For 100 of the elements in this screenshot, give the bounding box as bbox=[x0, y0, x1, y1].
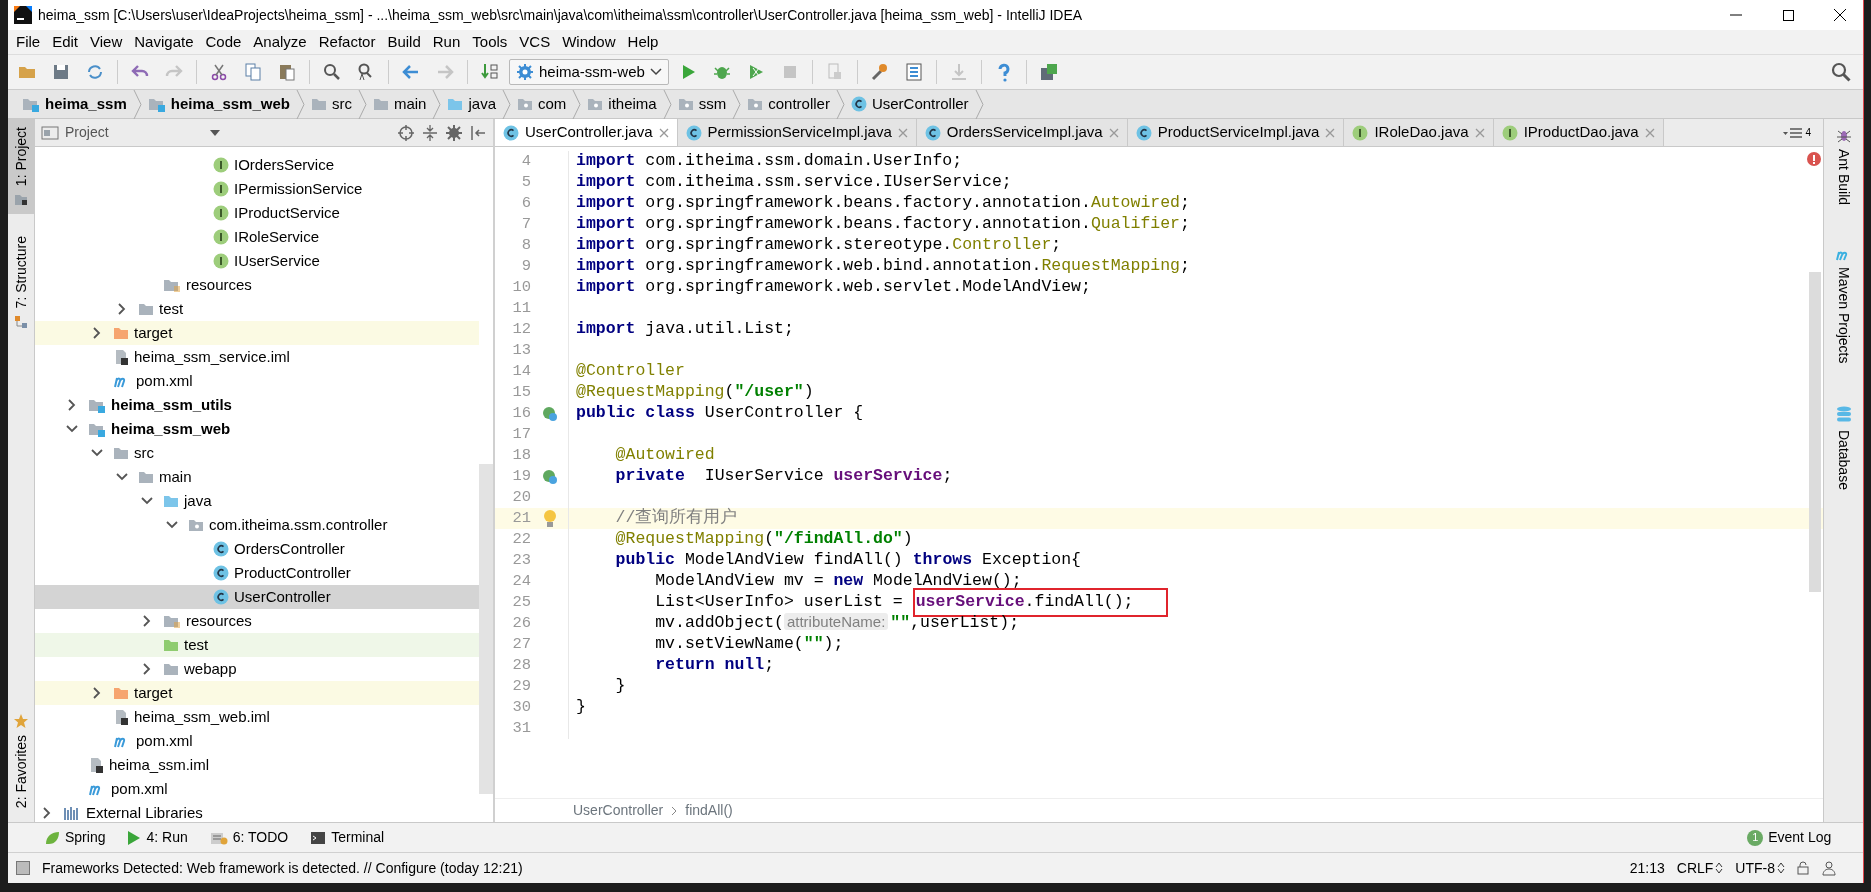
tool-window-button[interactable]: Spring bbox=[34, 827, 116, 848]
menu-item[interactable]: VCS bbox=[513, 31, 557, 53]
menu-item[interactable]: File bbox=[10, 31, 47, 53]
tool-window-tab[interactable]: 1: Project bbox=[8, 119, 34, 215]
event-log-button[interactable]: 1 Event Log bbox=[1737, 827, 1842, 848]
breadcrumb-item[interactable]: heima_ssm bbox=[16, 92, 133, 116]
tree-item[interactable]: IPermissionService bbox=[35, 177, 479, 201]
editor-tab[interactable]: UserController.java bbox=[495, 119, 678, 146]
tree-item[interactable]: IUserService bbox=[35, 249, 479, 273]
hide-panel-button[interactable] bbox=[469, 123, 487, 142]
class-icon bbox=[213, 541, 229, 557]
menu-item[interactable]: Tools bbox=[466, 31, 514, 53]
tool-window-tab[interactable]: 2: Favorites bbox=[8, 704, 34, 816]
breadcrumb-item[interactable]: itheima bbox=[581, 92, 663, 116]
file-icon bbox=[88, 757, 104, 773]
crosshair-button[interactable] bbox=[397, 123, 415, 142]
scrollbar-thumb[interactable] bbox=[479, 464, 493, 794]
tree-item[interactable]: src bbox=[35, 441, 479, 465]
tool-window-tab[interactable]: 7: Structure bbox=[8, 228, 34, 337]
tool-window-button[interactable]: 4: Run bbox=[117, 827, 198, 848]
menu-item[interactable]: View bbox=[84, 31, 129, 53]
editor-tab[interactable]: IRoleDao.java bbox=[1344, 119, 1494, 146]
tree-item[interactable]: com.itheima.ssm.controller bbox=[35, 513, 479, 537]
tree-item[interactable]: UserController bbox=[35, 585, 479, 609]
tree-item[interactable]: java bbox=[35, 489, 479, 513]
line-number: 14 bbox=[511, 360, 531, 382]
build-icon bbox=[480, 62, 500, 82]
tree-item[interactable]: External Libraries bbox=[35, 801, 479, 822]
tree-item[interactable]: heima_ssm_utils bbox=[35, 393, 479, 417]
tree-item[interactable]: IRoleService bbox=[35, 225, 479, 249]
tree-item[interactable]: ProductController bbox=[35, 561, 479, 585]
editor-tab[interactable]: IProductDao.java bbox=[1493, 119, 1664, 146]
cursor-position[interactable]: 21:13 bbox=[1629, 857, 1665, 879]
tree-item[interactable]: resources bbox=[35, 273, 479, 297]
tree-item[interactable]: webapp bbox=[35, 657, 479, 681]
menu-item[interactable]: Refactor bbox=[312, 31, 382, 53]
tab-list-button[interactable]: 4 bbox=[1777, 119, 1823, 146]
editor-tab[interactable]: OrdersServiceImpl.java bbox=[916, 119, 1128, 146]
tree-item[interactable]: resources bbox=[35, 609, 479, 633]
breadcrumb-item[interactable]: UserController bbox=[573, 800, 664, 821]
breadcrumb-item[interactable]: main bbox=[366, 92, 433, 116]
editor-tab[interactable]: PermissionServiceImpl.java bbox=[677, 119, 917, 146]
collapse-icon bbox=[421, 123, 439, 142]
code-line: @RequestMapping("/findAll.do") bbox=[614, 528, 913, 551]
tree-item[interactable]: IProductService bbox=[35, 201, 479, 225]
breadcrumb-item[interactable]: ssm bbox=[671, 92, 733, 116]
tree-item[interactable]: test bbox=[35, 297, 479, 321]
tree-item[interactable]: heima_ssm_web bbox=[35, 417, 479, 441]
tool-window-tab[interactable]: Ant Build bbox=[1824, 119, 1863, 214]
menu-item[interactable]: Analyze bbox=[247, 31, 313, 53]
chevron-separator-icon bbox=[502, 89, 511, 119]
menu-item[interactable]: Edit bbox=[46, 31, 85, 53]
menu-item[interactable]: Window bbox=[556, 31, 622, 53]
gear-button[interactable] bbox=[445, 123, 463, 142]
tree-item[interactable]: OrdersController bbox=[35, 537, 479, 561]
breadcrumb-item[interactable]: findAll() bbox=[685, 800, 733, 821]
encoding-dropdown[interactable]: UTF-8 bbox=[1735, 857, 1785, 879]
tree-item[interactable]: heima_ssm_service.iml bbox=[35, 345, 479, 369]
line-number: 18 bbox=[511, 444, 531, 466]
breadcrumb-item[interactable]: controller bbox=[741, 92, 836, 116]
line-number: 22 bbox=[511, 528, 531, 550]
tool-window-tab[interactable]: Maven Projects bbox=[1824, 239, 1863, 372]
run-configuration-dropdown[interactable]: heima-ssm-web bbox=[509, 59, 669, 85]
menu-item[interactable]: Help bbox=[621, 31, 665, 53]
menu-item[interactable]: Navigate bbox=[128, 31, 200, 53]
code-line: public class UserController { bbox=[576, 402, 864, 425]
terminal-icon bbox=[310, 829, 327, 846]
menu-item[interactable]: Code bbox=[199, 31, 248, 53]
tree-item[interactable]: target bbox=[35, 681, 479, 705]
collapse-button[interactable] bbox=[421, 123, 439, 142]
menu-item[interactable]: Run bbox=[426, 31, 467, 53]
tree-item[interactable]: target bbox=[35, 321, 479, 345]
code-line: import java.util.List; bbox=[576, 318, 794, 341]
tree-item[interactable]: heima_ssm_web.iml bbox=[35, 705, 479, 729]
tree-item[interactable]: test bbox=[35, 633, 479, 657]
tree-item[interactable]: pom.xml bbox=[35, 369, 479, 393]
hide-panel-icon bbox=[469, 123, 487, 142]
code-line: import org.springframework.beans.factory.annotation.Qualifier; bbox=[576, 213, 1190, 236]
tree-item[interactable]: pom.xml bbox=[35, 729, 479, 753]
breadcrumb-item[interactable]: UserController bbox=[844, 92, 975, 116]
chevron-separator-icon bbox=[295, 89, 305, 119]
tree-item[interactable]: heima_ssm.iml bbox=[35, 753, 479, 777]
tree-item[interactable]: pom.xml bbox=[35, 777, 479, 801]
breadcrumb-item[interactable]: heima_ssm_web bbox=[141, 92, 296, 116]
scrollbar-thumb[interactable] bbox=[1809, 272, 1821, 592]
breadcrumb-item[interactable]: java bbox=[441, 92, 502, 116]
breadcrumb-item[interactable]: com bbox=[511, 92, 573, 116]
save-icon bbox=[51, 62, 71, 82]
tool-window-button[interactable]: Terminal bbox=[300, 827, 395, 848]
line-separator-dropdown[interactable]: CRLF bbox=[1676, 857, 1724, 879]
tool-window-button[interactable]: 6: TODO bbox=[199, 827, 299, 848]
breadcrumb-item[interactable]: src bbox=[304, 92, 358, 116]
tool-window-tab[interactable]: Database bbox=[1824, 397, 1863, 498]
tree-item[interactable]: main bbox=[35, 465, 479, 489]
class-icon bbox=[850, 96, 867, 112]
interface-icon bbox=[1501, 124, 1518, 141]
menu-item[interactable]: Build bbox=[381, 31, 427, 53]
editor-tab[interactable]: ProductServiceImpl.java bbox=[1127, 119, 1345, 146]
tree-item[interactable]: IOrdersService bbox=[35, 153, 479, 177]
interface-icon bbox=[213, 157, 229, 173]
